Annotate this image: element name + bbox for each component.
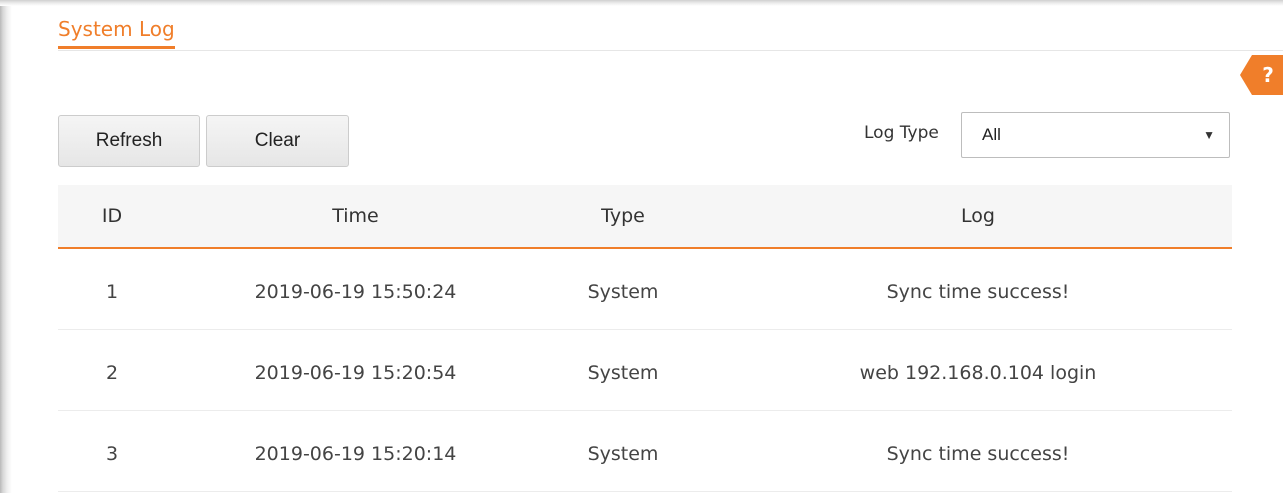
- log-type-select[interactable]: All ▼: [961, 112, 1230, 158]
- table-row: 2 2019-06-19 15:20:54 System web 192.168…: [58, 330, 1232, 411]
- cell-type: System: [587, 443, 659, 465]
- log-table: ID Time Type Log 1 2019-06-19 15:50:24 S…: [58, 185, 1232, 492]
- table-header-row: ID Time Type Log: [58, 185, 1232, 249]
- cell-log: Sync time success!: [886, 281, 1070, 303]
- log-type-label: Log Type: [864, 123, 939, 143]
- system-log-page: System Log ? Refresh Clear Log Type All …: [0, 0, 1283, 493]
- log-type-selected-value: All: [982, 125, 1001, 144]
- table-row: 3 2019-06-19 15:20:14 System Sync time s…: [58, 411, 1232, 492]
- table-row: 1 2019-06-19 15:50:24 System Sync time s…: [58, 249, 1232, 330]
- window-top-shadow: [0, 0, 1283, 6]
- cell-type: System: [587, 362, 659, 384]
- cell-time: 2019-06-19 15:50:24: [254, 281, 457, 303]
- page-title: System Log: [58, 14, 175, 49]
- clear-button[interactable]: Clear: [206, 115, 349, 167]
- window-edge-shadow: [0, 0, 12, 493]
- column-header-log: Log: [961, 205, 995, 227]
- cell-time: 2019-06-19 15:20:54: [254, 362, 457, 384]
- cell-id: 2: [105, 362, 119, 384]
- column-header-time: Time: [332, 205, 379, 227]
- help-button[interactable]: ?: [1240, 55, 1283, 95]
- cell-id: 3: [105, 443, 119, 465]
- page-header: System Log: [58, 14, 1283, 51]
- caret-down-icon: ▼: [1203, 128, 1215, 142]
- table-body: 1 2019-06-19 15:50:24 System Sync time s…: [58, 249, 1232, 492]
- cell-type: System: [587, 281, 659, 303]
- cell-id: 1: [105, 281, 119, 303]
- cell-log: Sync time success!: [886, 443, 1070, 465]
- cell-time: 2019-06-19 15:20:14: [254, 443, 457, 465]
- refresh-button[interactable]: Refresh: [58, 115, 200, 167]
- cell-log: web 192.168.0.104 login: [859, 362, 1097, 384]
- column-header-id: ID: [101, 205, 123, 227]
- question-mark-icon: ?: [1262, 63, 1274, 87]
- column-header-type: Type: [601, 205, 645, 227]
